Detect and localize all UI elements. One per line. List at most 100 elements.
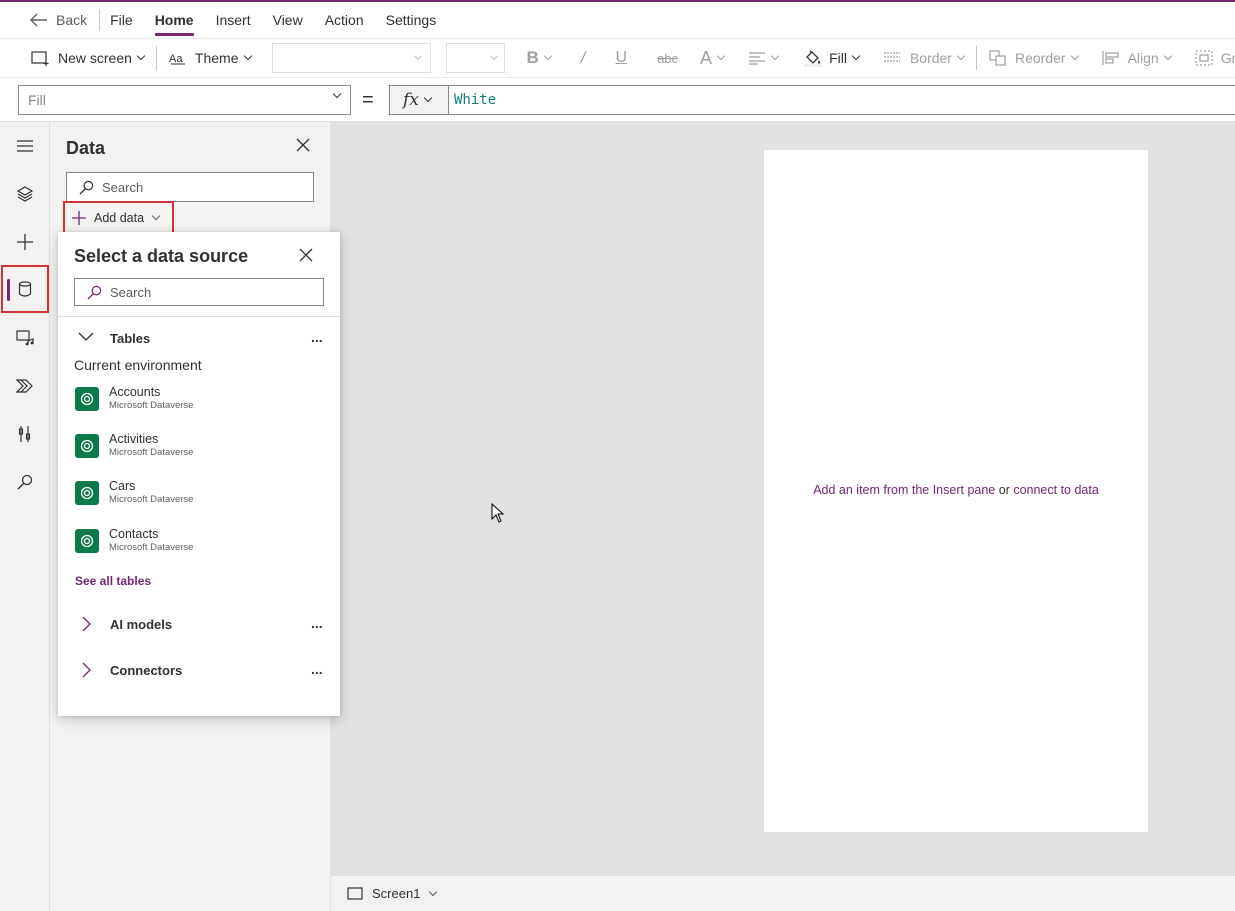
group-button[interactable]: Gro <box>1195 39 1235 77</box>
chevron-down-icon <box>78 332 94 341</box>
formula-input[interactable]: White <box>448 85 1235 115</box>
flyout-close-button[interactable] <box>299 248 313 265</box>
add-data-label: Add data <box>94 211 145 225</box>
screen-selector[interactable]: Screen1 <box>372 886 420 901</box>
border-button[interactable]: Border <box>883 39 966 77</box>
chevron-down-icon <box>423 93 433 103</box>
data-pane-close-button[interactable] <box>296 138 310 155</box>
connect-data-link[interactable]: connect to data <box>1013 483 1098 497</box>
chevron-down-icon <box>851 51 861 61</box>
table-item-accounts[interactable]: Accounts Microsoft Dataverse <box>74 383 324 419</box>
screen-icon <box>347 887 363 900</box>
fx-button[interactable]: fx <box>389 85 449 115</box>
mouse-cursor-icon <box>491 503 505 523</box>
new-screen-icon <box>31 51 49 66</box>
align-label: Align <box>1127 50 1159 66</box>
bold-button[interactable]: B <box>527 39 553 77</box>
search-placeholder: Search <box>102 179 144 195</box>
ai-models-section-header[interactable]: AI models ... <box>58 612 340 636</box>
menu-settings[interactable]: Settings <box>386 2 437 38</box>
menu-file[interactable]: File <box>110 2 133 38</box>
insert-button[interactable] <box>0 218 50 266</box>
toolbar-divider <box>975 46 977 70</box>
table-item-cars[interactable]: Cars Microsoft Dataverse <box>74 477 324 513</box>
add-data-button[interactable]: Add data <box>63 201 174 235</box>
chevron-down-icon <box>543 51 553 61</box>
tools-icon <box>18 426 31 442</box>
reorder-label: Reorder <box>1014 50 1066 66</box>
table-item-contacts[interactable]: Contacts Microsoft Dataverse <box>74 525 324 561</box>
property-value: Fill <box>28 92 46 108</box>
connectors-label: Connectors <box>110 662 183 678</box>
fill-label: Fill <box>829 50 847 66</box>
ribbon-toolbar: New screen Aa Theme B / U abc A Fill Bor <box>0 38 1235 78</box>
align-button[interactable]: Align <box>1101 39 1172 77</box>
hamburger-menu-button[interactable] <box>0 122 50 170</box>
theme-button[interactable]: Aa Theme <box>169 39 252 77</box>
table-source: Microsoft Dataverse <box>109 494 194 505</box>
data-source-search-input[interactable]: Search <box>74 278 324 306</box>
connectors-section-header[interactable]: Connectors ... <box>58 658 340 682</box>
menu-view[interactable]: View <box>273 2 303 38</box>
plus-icon <box>72 211 86 225</box>
canvas-area[interactable]: Add an item from the Insert pane or conn… <box>331 122 1235 875</box>
chevron-down-icon <box>151 211 161 221</box>
chevron-down-icon <box>716 51 726 61</box>
tables-more-button[interactable]: ... <box>311 329 323 345</box>
search-icon <box>17 474 33 490</box>
chevron-right-icon <box>82 662 91 678</box>
font-color-icon: A <box>700 47 713 68</box>
chevron-down-icon <box>770 51 780 61</box>
connectors-more-button[interactable]: ... <box>311 661 323 677</box>
table-name: Cars <box>109 479 136 493</box>
data-search-input[interactable]: Search <box>66 172 314 202</box>
formula-bar: Fill = fx White <box>0 78 1235 122</box>
power-automate-button[interactable] <box>0 362 50 410</box>
table-source: Microsoft Dataverse <box>109 542 194 553</box>
menu-home[interactable]: Home <box>154 2 194 38</box>
see-all-tables-link[interactable]: See all tables <box>75 574 151 588</box>
back-button[interactable]: Back <box>30 2 87 38</box>
property-dropdown[interactable]: Fill <box>18 85 351 115</box>
chevron-down-icon <box>1070 51 1079 61</box>
search-placeholder: Search <box>110 284 152 300</box>
font-size-select[interactable] <box>445 43 505 73</box>
align-icon <box>1101 51 1119 65</box>
dataverse-icon <box>75 434 99 458</box>
table-item-activities[interactable]: Activities Microsoft Dataverse <box>74 430 324 466</box>
ai-models-more-button[interactable]: ... <box>311 615 323 631</box>
tables-section-header[interactable]: Tables ... <box>58 326 340 350</box>
svg-text:Aa: Aa <box>169 53 183 65</box>
reorder-button[interactable]: Reorder <box>989 39 1079 77</box>
tree-view-button[interactable] <box>0 170 50 218</box>
equals-sign: = <box>362 89 374 111</box>
chevron-down-icon <box>489 51 498 61</box>
menu-insert[interactable]: Insert <box>216 2 251 38</box>
hint-or: or <box>995 483 1014 497</box>
empty-screen-hint: Add an item from the Insert pane or conn… <box>764 483 1148 497</box>
back-label: Back <box>56 12 88 28</box>
media-button[interactable] <box>0 314 50 362</box>
data-button[interactable] <box>1 265 49 313</box>
italic-button[interactable]: / <box>580 39 586 77</box>
flyout-divider <box>58 316 340 317</box>
table-name: Activities <box>109 432 159 446</box>
underline-button[interactable]: U <box>616 39 628 77</box>
strikethrough-button[interactable]: abc <box>657 39 678 77</box>
table-source: Microsoft Dataverse <box>109 400 194 411</box>
chevron-down-icon[interactable] <box>429 887 438 896</box>
layers-icon <box>16 186 34 202</box>
insert-pane-link[interactable]: Add an item from the Insert pane <box>813 483 995 497</box>
search-rail-button[interactable] <box>0 458 50 506</box>
menu-bar: Back File Home Insert View Action Settin… <box>0 2 1235 38</box>
text-align-button[interactable] <box>748 39 780 77</box>
menu-action[interactable]: Action <box>325 2 364 38</box>
new-screen-button[interactable]: New screen <box>31 39 146 77</box>
fill-button[interactable]: Fill <box>804 39 861 77</box>
advanced-tools-button[interactable] <box>0 410 50 458</box>
italic-icon: / <box>580 48 586 67</box>
font-family-select[interactable] <box>271 43 431 73</box>
font-color-button[interactable]: A <box>700 39 726 77</box>
dataverse-icon <box>75 529 99 553</box>
screen-canvas[interactable]: Add an item from the Insert pane or conn… <box>764 150 1148 832</box>
